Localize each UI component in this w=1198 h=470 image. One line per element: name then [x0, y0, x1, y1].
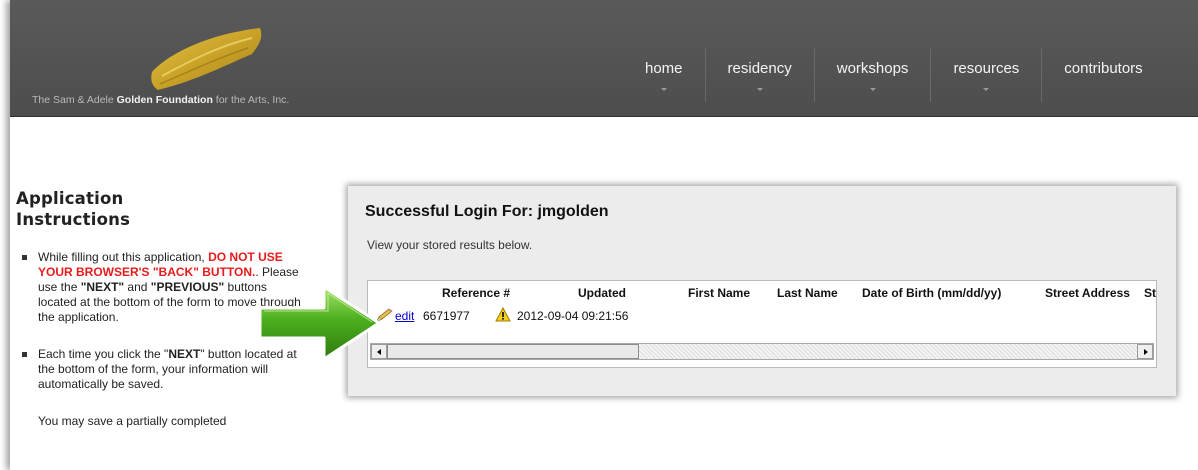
instruction-emphasis: NEXT	[168, 347, 201, 361]
horizontal-scrollbar[interactable]	[370, 343, 1154, 360]
green-arrow-icon	[258, 285, 381, 361]
org-name-bold: Golden Foundation	[116, 94, 213, 106]
col-header-first-name[interactable]: First Name	[688, 286, 750, 300]
col-header-dob[interactable]: Date of Birth (mm/dd/yy)	[862, 286, 1001, 300]
instruction-item: You may save a partially completed	[16, 414, 302, 429]
nav-item-resources[interactable]: resources	[930, 48, 1041, 102]
nav-item-workshops[interactable]: workshops	[813, 48, 931, 102]
col-header-state[interactable]: St	[1144, 286, 1156, 300]
col-header-street-address[interactable]: Street Address	[1045, 286, 1130, 300]
nav-item-contributors[interactable]: contributors	[1041, 48, 1164, 102]
scrollbar-thumb[interactable]	[387, 344, 639, 359]
bullet-icon	[22, 352, 27, 357]
grid-header: Reference # Updated First Name Last Name…	[368, 281, 1156, 303]
chevron-down-icon	[869, 88, 876, 91]
org-name: The Sam & Adele Golden Foundation for th…	[32, 94, 289, 106]
stored-results-panel: Successful Login For: jmgolden View your…	[348, 186, 1176, 396]
reference-cell: 6671977	[423, 309, 470, 323]
col-header-reference[interactable]: Reference #	[442, 286, 510, 300]
col-header-last-name[interactable]: Last Name	[777, 286, 838, 300]
instruction-emphasis: "NEXT"	[80, 280, 125, 294]
logo-icon[interactable]	[148, 24, 268, 94]
chevron-down-icon	[756, 88, 763, 91]
nav-item-residency[interactable]: residency	[704, 48, 814, 102]
instruction-text: While filling out this application,	[38, 250, 209, 264]
table-row: edit 6671977 2012-09-04 09:21:56	[368, 305, 1156, 327]
nav-label: residency	[727, 60, 792, 77]
org-name-prefix: The Sam & Adele	[32, 94, 117, 106]
nav-label: resources	[953, 60, 1020, 77]
page: The Sam & Adele Golden Foundation for th…	[10, 0, 1198, 470]
edit-link[interactable]: edit	[395, 309, 414, 323]
panel-subtitle: View your stored results below.	[367, 238, 533, 252]
instruction-text: Each time you click the "	[38, 347, 169, 361]
warning-icon	[495, 307, 511, 322]
chevron-down-icon	[660, 88, 667, 91]
bullet-icon	[22, 255, 27, 260]
nav-label: home	[645, 60, 683, 77]
nav-label: workshops	[836, 60, 909, 77]
results-grid: Reference # Updated First Name Last Name…	[367, 280, 1157, 368]
instruction-emphasis: "PREVIOUS"	[150, 280, 225, 294]
nav-item-home[interactable]: home	[623, 48, 705, 102]
updated-cell: 2012-09-04 09:21:56	[517, 309, 629, 323]
col-header-updated[interactable]: Updated	[578, 286, 626, 300]
instructions-heading: Application Instructions	[16, 189, 131, 229]
panel-title: Successful Login For: jmgolden	[365, 203, 609, 220]
instruction-text: You may save a partially completed	[38, 414, 227, 428]
main-nav: home residency workshops resources contr…	[623, 48, 1165, 102]
chevron-down-icon	[983, 88, 990, 91]
instruction-text: and	[124, 280, 151, 294]
site-header: The Sam & Adele Golden Foundation for th…	[10, 0, 1198, 117]
nav-label: contributors	[1064, 60, 1143, 77]
scroll-right-icon[interactable]	[1137, 344, 1153, 359]
org-name-suffix: for the Arts, Inc.	[212, 94, 290, 106]
